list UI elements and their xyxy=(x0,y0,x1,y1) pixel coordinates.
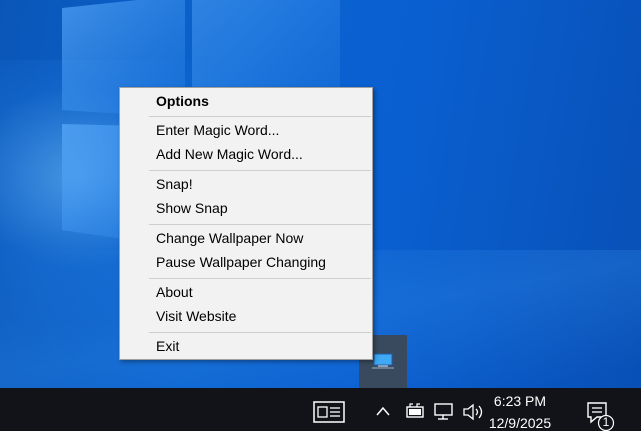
notification-count-badge: 1 xyxy=(602,415,610,429)
battery-icon[interactable] xyxy=(404,403,426,419)
menu-separator xyxy=(149,170,371,171)
menu-item-pause-wallpaper[interactable]: Pause Wallpaper Changing xyxy=(121,251,371,273)
news-widget-icon[interactable] xyxy=(313,401,345,423)
menu-item-add-magic-word[interactable]: Add New Magic Word... xyxy=(121,143,371,165)
menu-item-exit[interactable]: Exit xyxy=(121,335,371,357)
clock-date: 12/9/2025 xyxy=(488,415,552,431)
taskbar-clock[interactable]: 6:23 PM 12/9/2025 xyxy=(488,391,552,433)
menu-item-change-wallpaper[interactable]: Change Wallpaper Now xyxy=(121,227,371,249)
chevron-up-icon[interactable] xyxy=(375,405,391,417)
menu-separator xyxy=(149,278,371,279)
menu-item-show-snap[interactable]: Show Snap xyxy=(121,197,371,219)
menu-title-options: Options xyxy=(156,93,209,109)
clock-time: 6:23 PM xyxy=(493,393,547,409)
menu-item-visit-website[interactable]: Visit Website xyxy=(121,305,371,327)
menu-separator xyxy=(149,116,371,117)
tray-context-menu: Options Enter Magic Word... Add New Magi… xyxy=(119,87,373,360)
menu-separator xyxy=(149,224,371,225)
menu-item-snap[interactable]: Snap! xyxy=(121,173,371,195)
volume-icon[interactable] xyxy=(462,403,486,421)
menu-separator xyxy=(149,332,371,333)
menu-item-enter-magic-word[interactable]: Enter Magic Word... xyxy=(121,119,371,141)
menu-item-about[interactable]: About xyxy=(121,281,371,303)
network-icon[interactable] xyxy=(433,403,455,421)
